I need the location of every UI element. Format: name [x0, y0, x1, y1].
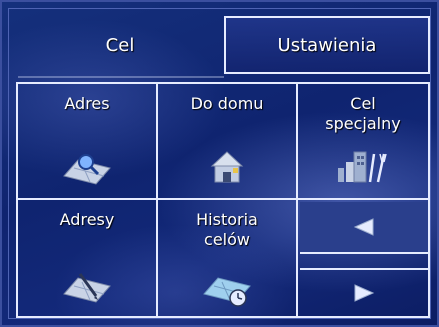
history-label-line2: celów — [204, 230, 250, 249]
special-destination-label-line1: Cel — [350, 94, 376, 113]
nav-separator — [298, 254, 428, 268]
tab-ustawienia[interactable]: Ustawienia — [224, 16, 430, 74]
special-destination-label-line2: specjalny — [325, 114, 401, 133]
tab-ustawienia-label: Ustawienia — [277, 34, 377, 56]
special-destination-button[interactable]: Cel specjalny — [298, 84, 428, 200]
addresses-button[interactable]: Adresy — [18, 200, 158, 316]
home-label: Do domu — [190, 94, 264, 113]
map-pen-icon — [63, 273, 111, 303]
destination-menu-grid: Adres Do domu Cel specjalny Adresy Histo… — [16, 82, 430, 318]
destination-history-button[interactable]: Historia celów — [158, 200, 298, 316]
home-button[interactable]: Do domu — [158, 84, 298, 200]
next-page-button[interactable] — [300, 268, 428, 316]
house-icon — [210, 151, 244, 183]
addresses-label: Adresy — [59, 210, 115, 229]
poi-icon — [338, 151, 387, 183]
address-label: Adres — [64, 94, 110, 113]
map-search-icon — [63, 154, 111, 185]
arrow-left-icon — [353, 218, 374, 236]
previous-page-button[interactable] — [300, 202, 428, 254]
arrow-right-icon — [354, 284, 375, 302]
tab-cel-underline — [18, 76, 224, 78]
history-map-icon — [203, 277, 251, 307]
tab-cel-label: Cel — [105, 34, 135, 56]
navigation-screen: Cel Ustawienia Adres Do domu Cel specjal… — [0, 0, 439, 327]
history-label-line1: Historia — [196, 210, 258, 229]
tab-cel[interactable]: Cel — [16, 16, 224, 74]
address-button[interactable]: Adres — [18, 84, 158, 200]
